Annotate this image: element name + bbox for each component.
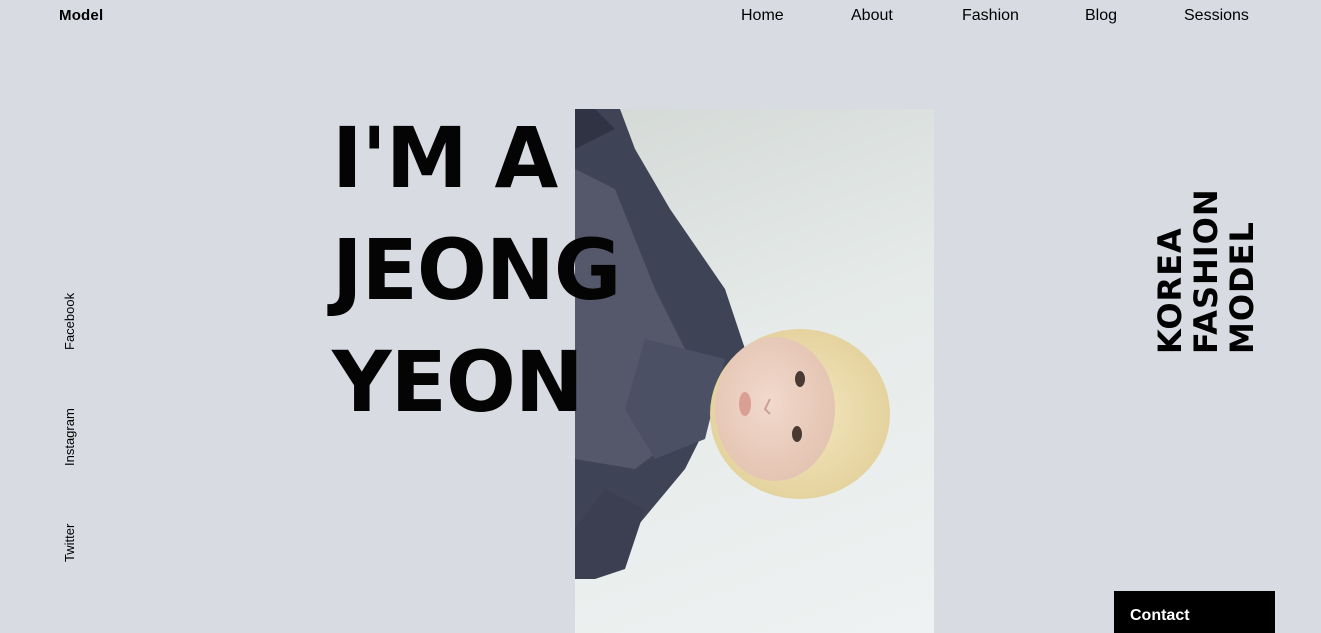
model-portrait-image <box>575 109 934 633</box>
headline-line-1: I'M A <box>332 109 558 207</box>
social-instagram-link[interactable]: Instagram <box>62 408 77 466</box>
tagline-line-1: KOREA <box>1151 227 1189 354</box>
nav-fashion[interactable]: Fashion <box>962 7 1019 25</box>
main-nav: Home About Fashion Blog Sessions <box>0 7 1321 27</box>
nav-about[interactable]: About <box>851 7 893 25</box>
social-facebook-link[interactable]: Facebook <box>62 293 77 350</box>
nav-home[interactable]: Home <box>741 7 784 25</box>
headline-line-3: YEON <box>332 333 584 431</box>
nav-blog[interactable]: Blog <box>1085 7 1117 25</box>
contact-button[interactable]: Contact <box>1114 591 1275 633</box>
vertical-tagline: KOREA FASHION MODEL <box>1151 188 1261 354</box>
tagline-line-3: MODEL <box>1223 221 1261 354</box>
nav-sessions[interactable]: Sessions <box>1184 7 1249 25</box>
tagline-line-2: FASHION <box>1187 188 1225 354</box>
hero-headline: I'M A JEONG YEON <box>332 102 621 438</box>
headline-line-2: JEONG <box>332 221 621 319</box>
social-twitter-link[interactable]: Twitter <box>62 524 77 562</box>
